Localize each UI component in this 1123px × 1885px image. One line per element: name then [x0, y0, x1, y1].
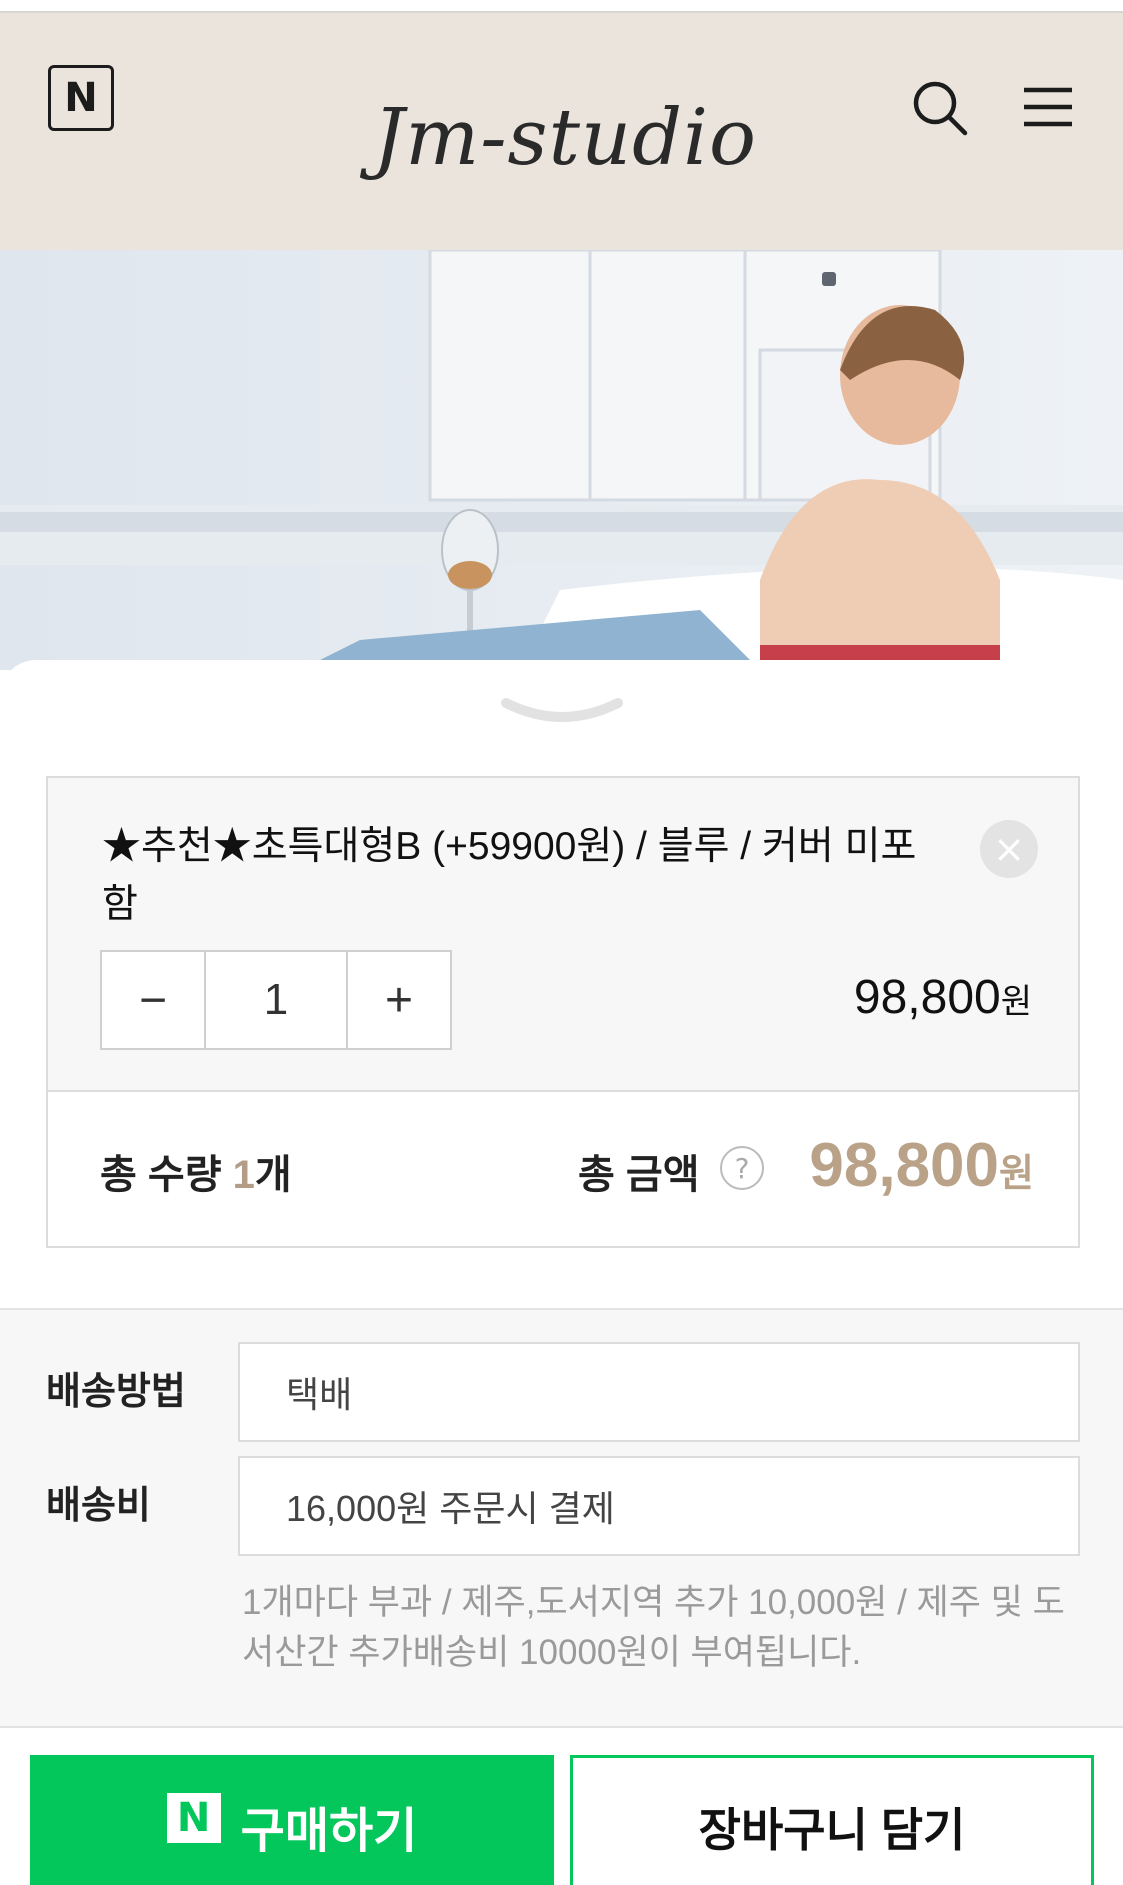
buy-button-label: 구매하기	[240, 1805, 418, 1858]
shipping-method-field[interactable]: 택배	[238, 1342, 1080, 1442]
site-header: N Jm-studio	[0, 13, 1123, 250]
top-hairline	[0, 0, 1123, 13]
shipping-fee-field: 16,000원 주문시 결제	[238, 1456, 1080, 1556]
total-quantity: 총 수량 1개	[100, 1153, 292, 1197]
product-hero-image	[0, 250, 1123, 670]
total-price-label: 총 금액	[578, 1153, 700, 1197]
shipping-info: 배송방법 택배 배송비 16,000원 주문시 결제 1개마다 부과 / 제주,…	[0, 1308, 1123, 1726]
option-title: ★추천★초특대형B (+59900원) / 블루 / 커버 미포함	[102, 825, 917, 926]
question-icon[interactable]: ?	[720, 1146, 764, 1190]
quantity-input[interactable]: 1	[204, 952, 348, 1048]
quantity-stepper: − 1 +	[100, 950, 452, 1050]
increase-button[interactable]: +	[348, 952, 450, 1048]
menu-icon[interactable]	[1022, 85, 1074, 129]
decrease-button[interactable]: −	[102, 952, 204, 1048]
naver-pay-icon: N	[166, 1793, 221, 1843]
close-icon[interactable]: ×	[980, 820, 1038, 878]
naver-pay-buy-button[interactable]: N 구매하기	[30, 1755, 554, 1885]
shipping-note: 1개마다 부과 / 제주,도서지역 추가 10,000원 / 제주 및 도서산간…	[242, 1583, 1065, 1672]
order-summary: 총 수량 1개 총 금액 ? 98,800원	[48, 1092, 1078, 1246]
divider	[0, 1726, 1123, 1728]
collapse-handle-icon[interactable]	[500, 695, 624, 731]
cart-button-label: 장바구니 담기	[698, 1804, 966, 1856]
selected-option-card: ★추천★초특대형B (+59900원) / 블루 / 커버 미포함 × − 1 …	[46, 776, 1080, 1248]
search-icon[interactable]	[910, 78, 970, 138]
shipping-method-label: 배송방법	[46, 1371, 186, 1413]
total-price: 98,800원	[809, 1131, 1034, 1200]
brand-logo[interactable]: Jm-studio	[330, 83, 800, 193]
naver-logo-icon[interactable]: N	[48, 65, 114, 131]
option-price: 98,800원	[853, 971, 1032, 1024]
add-to-cart-button[interactable]: 장바구니 담기	[570, 1755, 1094, 1885]
shipping-fee-label: 배송비	[46, 1485, 151, 1527]
